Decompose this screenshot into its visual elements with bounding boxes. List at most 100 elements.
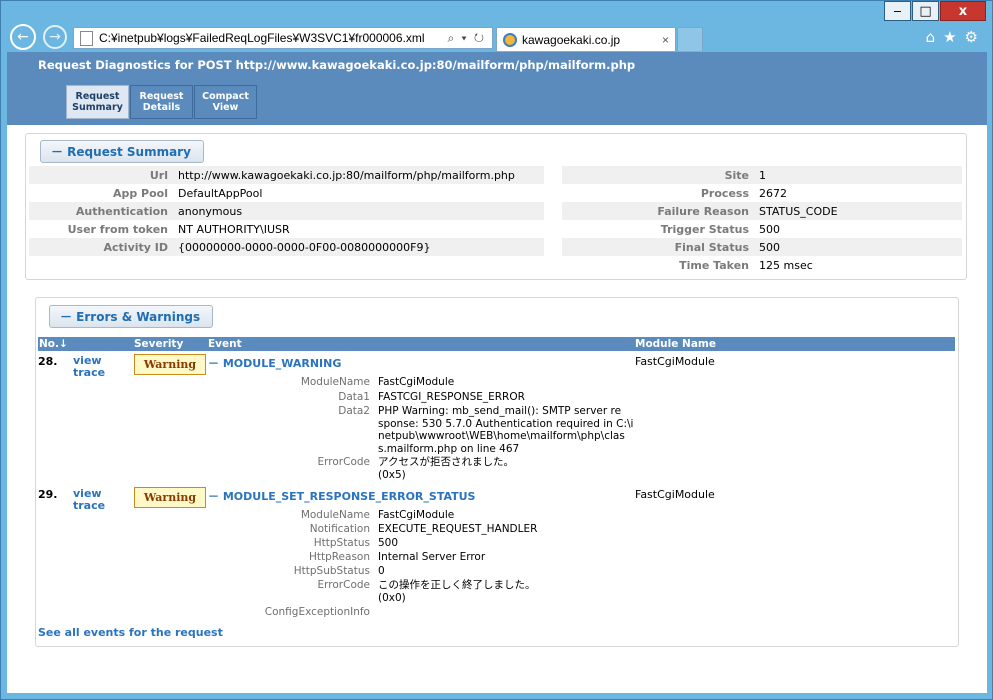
detail-value: FastCgiModule (378, 376, 455, 388)
detail-value: この操作を正しく終了しました。 (378, 579, 536, 591)
summary-key: Authentication (75, 204, 168, 218)
summary-key: Final Status (674, 240, 749, 254)
summary-key: User from token (67, 222, 168, 236)
tab-label-line2: Summary (72, 102, 123, 113)
summary-row-url: Url http://www.kawagoekaki.co.jp:80/mailf… (29, 166, 544, 184)
view-trace-line2: trace (73, 366, 106, 379)
browser-tab-active[interactable]: kawagoekaki.co.jp × (496, 27, 676, 51)
tab-title: kawagoekaki.co.jp (522, 32, 621, 47)
col-severity: Severity (134, 338, 184, 350)
tab-request-details[interactable]: Request Details (130, 85, 193, 119)
detail-key: HttpReason (308, 551, 370, 563)
errors-warnings-toggle[interactable]: － Errors & Warnings (49, 305, 214, 328)
detail-value: netpub\wwwroot\WEB\home\mailform\php\cla… (378, 430, 625, 442)
view-trace-link[interactable]: view trace (73, 355, 105, 379)
view-trace-line2: trace (73, 499, 106, 512)
close-button[interactable]: x (940, 1, 986, 21)
detail-value: sponse: 530 5.7.0 Authentication require… (378, 417, 634, 430)
window-controls: ‒ □ x (884, 1, 986, 21)
detail-value: (0x5) (378, 468, 406, 481)
detail-key: Notification (309, 523, 370, 535)
detail-value: s.mailform.php on line 467 (378, 442, 520, 455)
summary-row-final: Final Status 500 (562, 238, 962, 256)
summary-value: 500 (759, 222, 780, 236)
event-number: 29. (38, 488, 58, 501)
detail-value: アクセスが拒否されました。 (378, 456, 514, 468)
event-name-link[interactable]: － MODULE_WARNING (208, 355, 341, 371)
detail-key: Data1 (338, 391, 370, 403)
detail-key: ErrorCode (317, 456, 370, 468)
summary-row-apppool: App Pool DefaultAppPool (29, 184, 544, 202)
favorites-star-icon[interactable]: ★ (943, 28, 956, 46)
tab-compact-view[interactable]: Compact View (194, 85, 257, 119)
summary-row-process: Process 2672 (562, 184, 962, 202)
module-name: FastCgiModule (635, 355, 715, 368)
summary-value: 2672 (759, 186, 787, 200)
page-content: Request Diagnostics for POST http://www.… (7, 52, 987, 693)
event-number: 28. (38, 355, 58, 368)
back-button[interactable]: ← (10, 24, 36, 50)
view-trace-link[interactable]: view trace (73, 488, 105, 512)
tab-label-line1: Compact (202, 90, 249, 102)
summary-value: STATUS_CODE (759, 204, 838, 218)
summary-row-user: User from token NT AUTHORITY\IUSR (29, 220, 544, 238)
back-arrow-icon: ← (17, 29, 29, 45)
detail-key: Data2 (338, 405, 370, 417)
summary-value: {00000000-0000-0000-0F00-0080000000F9} (178, 240, 431, 254)
summary-right-table: Site 1 Process 2672 Failure Reason STATUS_C… (562, 166, 962, 274)
summary-row-time: Time Taken 125 msec (562, 256, 962, 274)
address-bar[interactable]: C:¥inetpub¥logs¥FailedReqLogFiles¥W3SVC1… (73, 27, 493, 49)
summary-key: Process (700, 186, 749, 200)
summary-row-trigger: Trigger Status 500 (562, 220, 962, 238)
summary-value: DefaultAppPool (178, 186, 263, 200)
forward-button[interactable]: → (43, 25, 67, 49)
detail-value: Internal Server Error (378, 551, 486, 563)
new-tab-button[interactable] (677, 27, 703, 51)
summary-key: Trigger Status (660, 222, 749, 236)
see-all-events-link[interactable]: See all events for the request (38, 626, 223, 639)
col-module: Module Name (635, 338, 716, 350)
tab-label-line2: Details (142, 102, 181, 113)
minimize-button[interactable]: ‒ (884, 1, 911, 21)
summary-row-activity: Activity ID {00000000-0000-0000-0F00-0080… (29, 238, 544, 256)
event-name-link[interactable]: － MODULE_SET_RESPONSE_ERROR_STATUS (208, 488, 475, 504)
col-no[interactable]: No.↓ (39, 338, 68, 350)
detail-value: 500 (378, 537, 399, 549)
summary-value: 500 (759, 240, 780, 254)
summary-value: http://www.kawagoekaki.co.jp:80/mailform… (178, 168, 515, 182)
col-event: Event (208, 338, 242, 350)
summary-key: Activity ID (103, 240, 169, 254)
summary-value: NT AUTHORITY\IUSR (178, 222, 290, 236)
detail-value: EXECUTE_REQUEST_HANDLER (378, 523, 538, 535)
browser-window: ‒ □ x ← → C:¥inetpub¥logs¥FailedReqLogFi… (0, 0, 993, 700)
tab-label-line2: View (212, 102, 239, 113)
search-refresh-icons[interactable]: ⌕ ▾ ↻ (447, 31, 486, 46)
severity-badge: Warning (134, 487, 206, 508)
summary-key: App Pool (112, 186, 168, 200)
summary-value: 125 msec (759, 258, 813, 272)
home-icon[interactable]: ⌂ (926, 28, 936, 46)
tab-label-line1: Request (75, 90, 120, 102)
address-text[interactable]: C:¥inetpub¥logs¥FailedReqLogFiles¥W3SVC1… (99, 31, 447, 45)
settings-gear-icon[interactable]: ⚙ (965, 28, 978, 46)
summary-row-failure: Failure Reason STATUS_CODE (562, 202, 962, 220)
summary-row-authentication: Authentication anonymous (29, 202, 544, 220)
tab-close-icon[interactable]: × (662, 33, 669, 47)
ie-favicon-icon (503, 32, 517, 47)
request-summary-toggle[interactable]: － Request Summary (40, 140, 204, 163)
browser-toolbar-icons: ⌂ ★ ⚙ (926, 28, 978, 46)
page-title: Request Diagnostics for POST http://www.… (38, 58, 636, 72)
detail-key: HttpStatus (313, 537, 370, 549)
summary-key: Site (724, 168, 749, 182)
tab-request-summary[interactable]: Request Summary (66, 85, 129, 119)
maximize-button[interactable]: □ (912, 1, 939, 21)
detail-value: FastCgiModule (378, 509, 455, 521)
page-icon (80, 30, 93, 46)
page-header: Request Diagnostics for POST http://www.… (7, 52, 987, 125)
summary-key: Failure Reason (657, 204, 749, 218)
summary-key: Url (149, 168, 168, 182)
detail-key: ConfigExceptionInfo (264, 606, 370, 618)
tab-label-line1: Request (139, 90, 184, 102)
detail-value: FASTCGI_RESPONSE_ERROR (378, 391, 525, 403)
detail-value: 0 (378, 565, 385, 577)
